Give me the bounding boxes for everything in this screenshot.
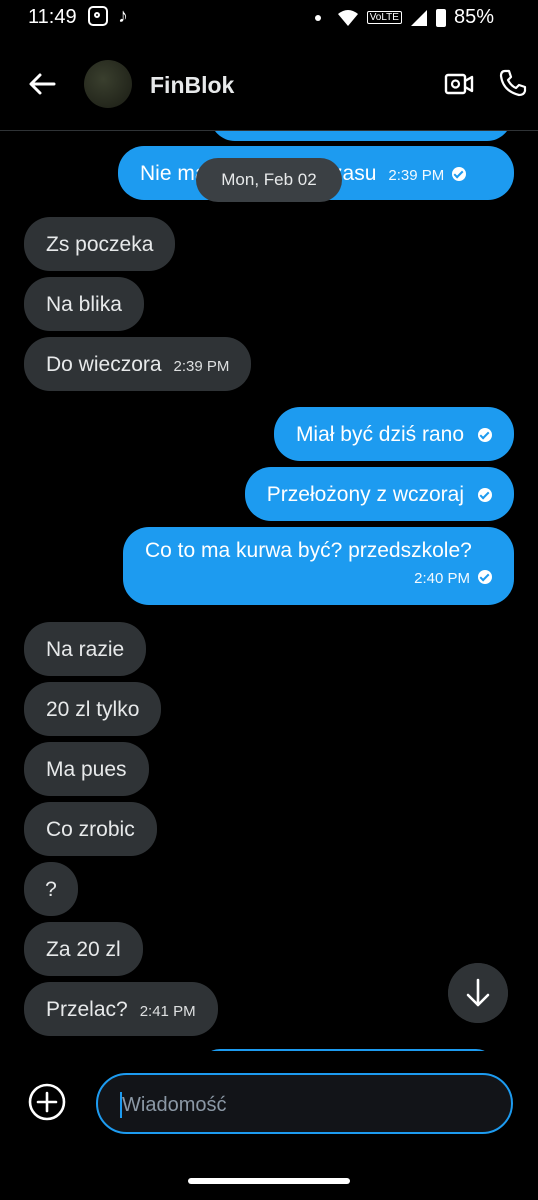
status-notification-icons: ♪ — [88, 6, 128, 26]
date-separator: Mon, Feb 02 — [196, 158, 342, 202]
message-text: ? — [45, 878, 57, 901]
message-composer — [0, 1054, 538, 1154]
message-bubble[interactable]: ? — [24, 862, 78, 916]
battery-icon — [435, 8, 446, 27]
seen-check-icon — [478, 428, 492, 442]
conversation-title[interactable]: FinBlok — [150, 72, 234, 99]
conversation-header: FinBlok — [0, 46, 538, 131]
seen-check-icon — [478, 570, 492, 584]
message-text: Przełożony z wczoraj — [266, 483, 464, 506]
message-text: Za 20 zl — [46, 938, 121, 961]
message-input-container[interactable] — [96, 1073, 513, 1134]
message-bubble-partial[interactable] — [210, 131, 512, 141]
message-text: Do wieczora — [46, 353, 162, 376]
seen-check-icon — [452, 167, 467, 181]
message-input[interactable] — [120, 1089, 484, 1121]
message-bubble[interactable]: Zs poczeka — [24, 217, 176, 271]
message-text: Co to ma kurwa być? przedszkole? — [145, 539, 472, 562]
seen-check-icon — [478, 488, 492, 502]
message-bubble[interactable]: 20 zl tylko — [24, 682, 162, 736]
phone-call-icon[interactable] — [498, 68, 528, 98]
message-text: Co zrobic — [46, 818, 135, 841]
message-timestamp: 2:39 PM — [173, 358, 230, 375]
back-arrow-icon[interactable] — [26, 68, 58, 100]
message-text: Przelac? — [46, 998, 128, 1021]
wifi-icon — [337, 9, 358, 26]
message-bubble[interactable]: Za 20 zl — [24, 922, 143, 976]
message-bubble[interactable]: Na razie — [24, 622, 147, 676]
message-bubble[interactable]: Przełożony z wczoraj — [244, 467, 514, 521]
video-call-icon[interactable] — [444, 72, 474, 96]
message-list[interactable]: Nie ma czasu 2:39 PM Mon, Feb 02 Zs poczek… — [0, 131, 538, 1051]
status-time: 11:49 — [28, 6, 77, 28]
status-system-icons: VoLTE 85% — [314, 6, 494, 29]
scroll-to-bottom-button[interactable] — [448, 963, 508, 1023]
message-timestamp: 2:39 PM — [388, 167, 445, 184]
cellular-signal-icon — [410, 9, 427, 26]
volte-badge: VoLTE — [366, 11, 402, 24]
message-bubble-partial[interactable] — [200, 1049, 496, 1051]
message-timestamp: 2:41 PM — [139, 1003, 196, 1020]
add-attachment-icon[interactable] — [27, 1082, 67, 1122]
message-text: Na razie — [46, 638, 125, 661]
message-bubble[interactable]: Przelac? 2:41 PM — [24, 982, 218, 1036]
battery-percent: 85% — [453, 6, 494, 28]
status-bar: 11:49 ♪ VoLTE 85% — [0, 0, 538, 36]
message-bubble[interactable]: Co zrobic — [24, 802, 157, 856]
message-timestamp: 2:40 PM — [414, 570, 470, 587]
message-bubble[interactable]: Ma pues — [24, 742, 149, 796]
message-text: Na blika — [46, 293, 122, 316]
message-text: Zs poczeka — [46, 233, 154, 256]
message-bubble[interactable]: Do wieczora 2:39 PM — [24, 337, 252, 391]
tiktok-icon: ♪ — [118, 5, 128, 27]
message-bubble[interactable]: Miał być dziś rano — [273, 407, 514, 461]
message-bubble[interactable]: Na blika — [24, 277, 144, 331]
message-bubble[interactable]: Co to ma kurwa być? przedszkole? 2:40 PM — [123, 527, 514, 605]
home-indicator[interactable] — [188, 1178, 350, 1184]
message-text: Miał być dziś rano — [295, 423, 464, 446]
message-text: Ma pues — [46, 758, 127, 781]
instagram-icon — [88, 6, 108, 26]
message-text: 20 zl tylko — [46, 698, 140, 721]
avatar[interactable] — [84, 60, 132, 108]
notification-dot-icon — [314, 14, 321, 21]
